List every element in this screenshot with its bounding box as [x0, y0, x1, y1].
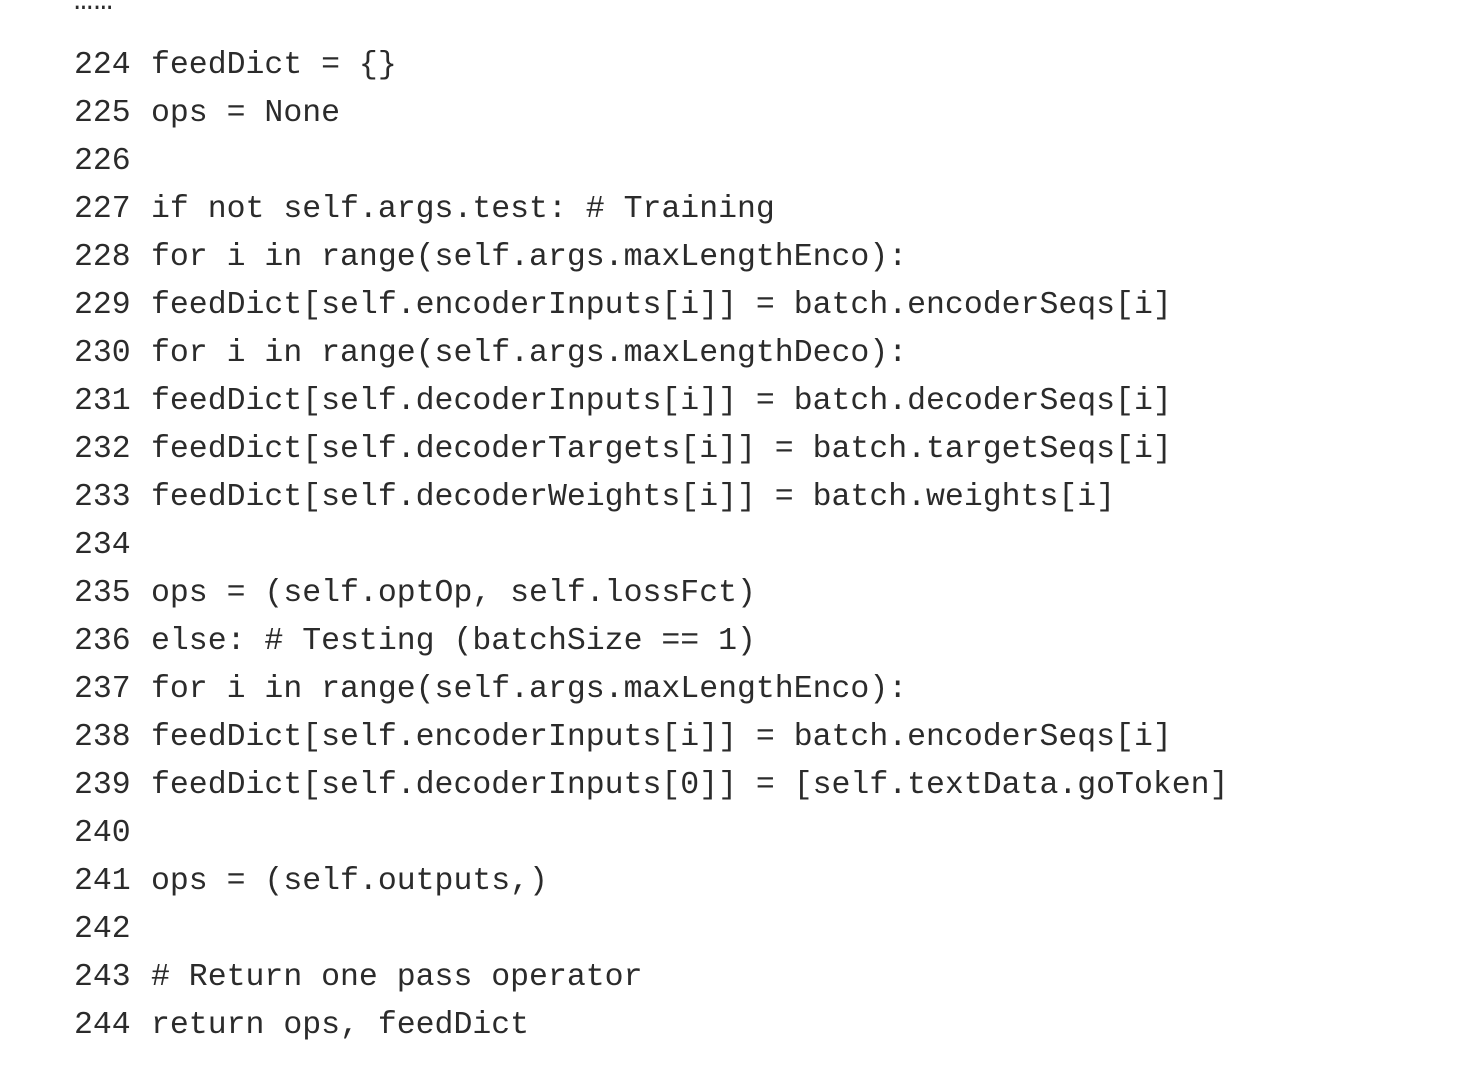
code-line: 229 feedDict[self.encoderInputs[i]] = bat… [74, 282, 1228, 330]
line-number: 237 [74, 672, 131, 707]
line-number: 227 [74, 192, 131, 227]
code-line: 241 ops = (self.outputs,) [74, 858, 1228, 906]
code-line: 233 feedDict[self.decoderWeights[i]] = ba… [74, 474, 1228, 522]
line-code: if not self.args.test: # Training [151, 192, 775, 227]
line-code: feedDict[self.decoderInputs[0]] = [self.… [151, 768, 1229, 803]
code-line: 232 feedDict[self.decoderTargets[i]] = ba… [74, 426, 1228, 474]
line-number: 231 [74, 384, 131, 419]
line-code: for i in range(self.args.maxLengthEnco): [151, 672, 908, 707]
line-number: 242 [74, 912, 131, 947]
continuation-ellipsis: …… [74, 0, 114, 19]
line-number: 232 [74, 432, 131, 467]
line-code: else: # Testing (batchSize == 1) [151, 624, 756, 659]
code-line: 230 for i in range(self.args.maxLengthDec… [74, 330, 1228, 378]
code-line: 227 if not self.args.test: # Training [74, 186, 1228, 234]
line-number: 224 [74, 48, 131, 83]
line-number: 226 [74, 144, 131, 179]
line-number: 236 [74, 624, 131, 659]
line-number: 239 [74, 768, 131, 803]
code-line: 224 feedDict = {} [74, 42, 1228, 90]
code-line: 235 ops = (self.optOp, self.lossFct) [74, 570, 1228, 618]
line-code: ops = None [151, 96, 341, 131]
line-number: 234 [74, 528, 131, 563]
code-line: 236 else: # Testing (batchSize == 1) [74, 618, 1228, 666]
line-code: for i in range(self.args.maxLengthEnco): [151, 240, 908, 275]
code-line: 240 [74, 810, 1228, 858]
code-line: 239 feedDict[self.decoderInputs[0]] = [se… [74, 762, 1228, 810]
line-code: feedDict = {} [151, 48, 397, 83]
line-number: 235 [74, 576, 131, 611]
line-code: feedDict[self.decoderWeights[i]] = batch… [151, 480, 1116, 515]
code-line: 225 ops = None [74, 90, 1228, 138]
line-number: 233 [74, 480, 131, 515]
line-code: feedDict[self.encoderInputs[i]] = batch.… [151, 288, 1172, 323]
line-code: feedDict[self.decoderTargets[i]] = batch… [151, 432, 1172, 467]
line-number: 228 [74, 240, 131, 275]
code-line: 243 # Return one pass operator [74, 954, 1228, 1002]
code-line: 238 feedDict[self.encoderInputs[i]] = bat… [74, 714, 1228, 762]
line-number: 238 [74, 720, 131, 755]
code-line: 231 feedDict[self.decoderInputs[i]] = bat… [74, 378, 1228, 426]
code-line: 226 [74, 138, 1228, 186]
line-code: ops = (self.outputs,) [151, 864, 548, 899]
code-line: 234 [74, 522, 1228, 570]
line-number: 230 [74, 336, 131, 371]
line-code: ops = (self.optOp, self.lossFct) [151, 576, 756, 611]
line-code: for i in range(self.args.maxLengthDeco): [151, 336, 908, 371]
line-number: 229 [74, 288, 131, 323]
code-line: 228 for i in range(self.args.maxLengthEnc… [74, 234, 1228, 282]
line-number: 225 [74, 96, 131, 131]
line-number: 240 [74, 816, 131, 851]
code-line: 242 [74, 906, 1228, 954]
line-code: return ops, feedDict [151, 1008, 530, 1043]
line-number: 243 [74, 960, 131, 995]
line-number: 244 [74, 1008, 131, 1043]
line-code: feedDict[self.encoderInputs[i]] = batch.… [151, 720, 1172, 755]
line-code: # Return one pass operator [151, 960, 643, 995]
line-code: feedDict[self.decoderInputs[i]] = batch.… [151, 384, 1172, 419]
line-number: 241 [74, 864, 131, 899]
code-line: 237 for i in range(self.args.maxLengthEnc… [74, 666, 1228, 714]
code-lines: 224 feedDict = {} 225 ops = None 226 227 if… [74, 42, 1228, 1050]
code-line: 244 return ops, feedDict [74, 1002, 1228, 1050]
